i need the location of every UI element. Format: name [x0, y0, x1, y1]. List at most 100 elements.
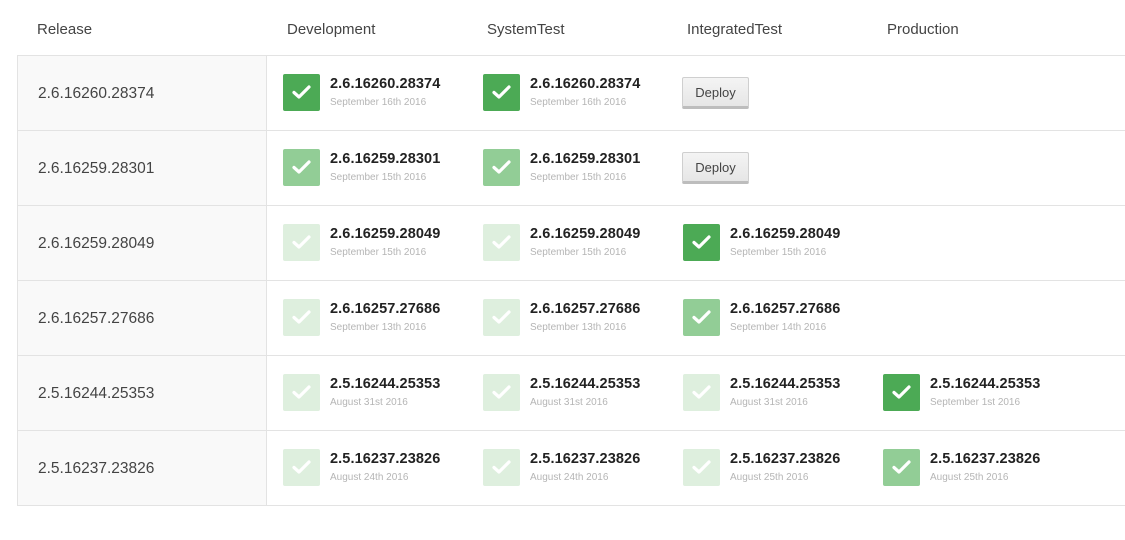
table-body: 2.6.16260.28374 2.6.16260.28374 September …	[17, 56, 1125, 506]
checkmark-icon	[283, 224, 320, 261]
deployed-version: 2.6.16260.28374	[530, 76, 641, 92]
checkmark-icon	[283, 149, 320, 186]
release-cell: 2.5.16244.25353	[17, 356, 267, 430]
table-row: 2.5.16244.25353 2.5.16244.25353 August 31s…	[17, 356, 1125, 431]
deployed-version: 2.5.16244.25353	[930, 376, 1041, 392]
checkmark-icon	[483, 149, 520, 186]
table-row: 2.6.16259.28049 2.6.16259.28049 September …	[17, 206, 1125, 281]
env-cell-integratedtest: 2.5.16244.25353 August 31st 2016	[683, 356, 873, 430]
checkmark-icon	[683, 374, 720, 411]
column-header-systemtest: SystemTest	[487, 21, 565, 38]
env-cell-integratedtest: Deploy	[682, 131, 873, 205]
env-cell-production	[883, 131, 1073, 205]
release-version: 2.6.16257.27686	[38, 310, 155, 327]
deployed-version: 2.5.16237.23826	[330, 451, 441, 467]
env-cell-systemtest: 2.6.16260.28374 September 16th 2016	[483, 56, 673, 130]
env-cell-systemtest: 2.6.16259.28049 September 15th 2016	[483, 206, 673, 280]
env-cell-systemtest: 2.5.16237.23826 August 24th 2016	[483, 431, 673, 505]
release-cell: 2.6.16260.28374	[17, 56, 267, 130]
table-row: 2.6.16259.28301 2.6.16259.28301 September …	[17, 131, 1125, 206]
deployed-date: September 14th 2016	[730, 322, 827, 333]
env-cell-integratedtest: 2.6.16257.27686 September 14th 2016	[683, 281, 873, 355]
deploy-button[interactable]: Deploy	[682, 77, 749, 109]
deployed-date: September 13th 2016	[530, 322, 627, 333]
env-cell-development: 2.6.16257.27686 September 13th 2016	[283, 281, 473, 355]
deployed-version: 2.6.16259.28049	[330, 226, 441, 242]
env-cell-production	[883, 206, 1073, 280]
deployed-version: 2.6.16259.28049	[730, 226, 841, 242]
release-version: 2.6.16259.28049	[38, 235, 155, 252]
deployed-date: September 16th 2016	[330, 97, 427, 108]
env-cell-development: 2.6.16260.28374 September 16th 2016	[283, 56, 473, 130]
env-cell-production	[883, 56, 1073, 130]
checkmark-icon	[283, 299, 320, 336]
table-row: 2.6.16260.28374 2.6.16260.28374 September …	[17, 56, 1125, 131]
release-version: 2.5.16244.25353	[38, 385, 155, 402]
column-header-integratedtest: IntegratedTest	[687, 21, 783, 38]
deployed-version: 2.6.16259.28301	[330, 151, 441, 167]
table-header: Release Development SystemTest Integrate…	[17, 0, 1125, 56]
env-cell-development: 2.6.16259.28301 September 15th 2016	[283, 131, 473, 205]
release-cell: 2.6.16257.27686	[17, 281, 267, 355]
checkmark-icon	[483, 224, 520, 261]
checkmark-icon	[283, 374, 320, 411]
release-version: 2.6.16259.28301	[38, 160, 155, 177]
deployed-date: September 15th 2016	[330, 247, 427, 258]
checkmark-icon	[683, 299, 720, 336]
env-cell-systemtest: 2.6.16257.27686 September 13th 2016	[483, 281, 673, 355]
deployed-date: August 24th 2016	[330, 472, 409, 483]
deployed-version: 2.6.16257.27686	[730, 301, 841, 317]
release-cell: 2.5.16237.23826	[17, 431, 267, 505]
release-matrix-table: Release Development SystemTest Integrate…	[17, 0, 1125, 506]
release-cell: 2.6.16259.28049	[17, 206, 267, 280]
checkmark-icon	[483, 74, 520, 111]
deployed-date: August 25th 2016	[930, 472, 1009, 483]
table-row: 2.6.16257.27686 2.6.16257.27686 September …	[17, 281, 1125, 356]
deployed-date: August 31st 2016	[330, 397, 408, 408]
deployed-version: 2.5.16237.23826	[930, 451, 1041, 467]
release-version: 2.6.16260.28374	[38, 85, 155, 102]
checkmark-icon	[883, 449, 920, 486]
env-cell-production: 2.5.16244.25353 September 1st 2016	[883, 356, 1073, 430]
env-cell-integratedtest: 2.6.16259.28049 September 15th 2016	[683, 206, 873, 280]
deployed-date: August 24th 2016	[530, 472, 609, 483]
deployed-date: September 15th 2016	[530, 247, 627, 258]
table-row: 2.5.16237.23826 2.5.16237.23826 August 24t…	[17, 431, 1125, 506]
env-cell-systemtest: 2.5.16244.25353 August 31st 2016	[483, 356, 673, 430]
deployed-version: 2.6.16259.28049	[530, 226, 641, 242]
deployed-version: 2.5.16244.25353	[330, 376, 441, 392]
env-cell-integratedtest: Deploy	[682, 56, 873, 130]
checkmark-icon	[883, 374, 920, 411]
checkmark-icon	[283, 449, 320, 486]
deployed-version: 2.6.16257.27686	[530, 301, 641, 317]
column-header-production: Production	[887, 21, 959, 38]
deployed-version: 2.5.16244.25353	[730, 376, 841, 392]
env-cell-production: 2.5.16237.23826 August 25th 2016	[883, 431, 1073, 505]
checkmark-icon	[483, 374, 520, 411]
checkmark-icon	[483, 299, 520, 336]
deployed-date: September 15th 2016	[330, 172, 427, 183]
checkmark-icon	[483, 449, 520, 486]
checkmark-icon	[683, 449, 720, 486]
deployed-version: 2.6.16257.27686	[330, 301, 441, 317]
deployed-date: August 31st 2016	[530, 397, 608, 408]
column-header-release: Release	[37, 21, 93, 38]
deployed-version: 2.5.16237.23826	[530, 451, 641, 467]
column-header-development: Development	[287, 21, 376, 38]
env-cell-systemtest: 2.6.16259.28301 September 15th 2016	[483, 131, 673, 205]
checkmark-icon	[283, 74, 320, 111]
deployed-date: September 15th 2016	[530, 172, 627, 183]
release-cell: 2.6.16259.28301	[17, 131, 267, 205]
release-version: 2.5.16237.23826	[38, 460, 155, 477]
deployed-date: September 15th 2016	[730, 247, 827, 258]
env-cell-integratedtest: 2.5.16237.23826 August 25th 2016	[683, 431, 873, 505]
deployed-date: August 31st 2016	[730, 397, 808, 408]
deployed-date: September 13th 2016	[330, 322, 427, 333]
env-cell-development: 2.5.16237.23826 August 24th 2016	[283, 431, 473, 505]
deployed-version: 2.5.16244.25353	[530, 376, 641, 392]
deploy-button[interactable]: Deploy	[682, 152, 749, 184]
deployed-date: September 1st 2016	[930, 397, 1021, 408]
deployed-version: 2.5.16237.23826	[730, 451, 841, 467]
env-cell-production	[883, 281, 1073, 355]
deployed-date: September 16th 2016	[530, 97, 627, 108]
